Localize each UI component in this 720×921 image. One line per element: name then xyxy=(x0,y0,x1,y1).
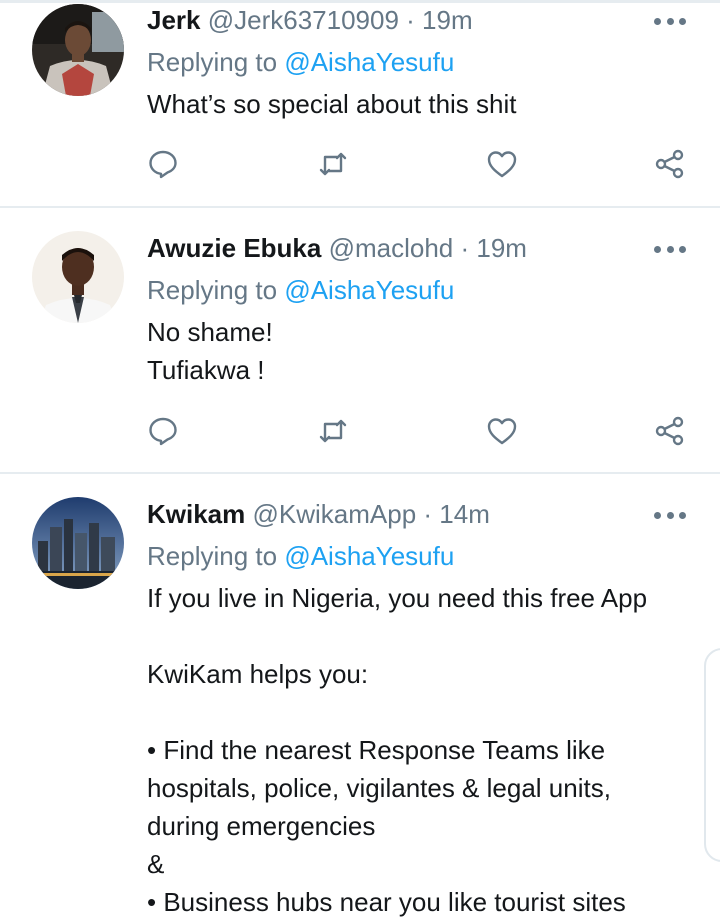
replying-prefix: Replying to xyxy=(147,275,278,305)
tweet-line: & xyxy=(147,849,165,879)
timestamp[interactable]: · 14m xyxy=(423,499,489,529)
heart-icon[interactable] xyxy=(486,415,518,447)
tweet-line: If you live in Nigeria, you need this fr… xyxy=(147,583,648,613)
timestamp[interactable]: · 19m xyxy=(461,233,527,263)
reply-icon[interactable] xyxy=(147,415,179,447)
timestamp[interactable]: · 19m xyxy=(406,5,472,35)
tweet-actions xyxy=(147,148,692,180)
tweet-divider xyxy=(0,206,720,208)
scroll-handle[interactable] xyxy=(704,648,720,862)
tweet-text: What’s so special about this shit xyxy=(147,85,516,123)
replying-to: Replying to @AishaYesufu xyxy=(147,275,454,305)
display-name[interactable]: Awuzie Ebuka xyxy=(147,233,321,263)
tweet-line: • Business hubs near you like tourist si… xyxy=(147,887,626,917)
tweet-line: No shame! xyxy=(147,317,273,347)
tweet-divider xyxy=(0,472,720,474)
replying-to-handle[interactable]: @AishaYesufu xyxy=(284,47,454,77)
tweet-header: Awuzie Ebuka @maclohd · 19m xyxy=(147,233,527,263)
user-handle[interactable]: @KwikamApp xyxy=(253,499,417,529)
top-divider xyxy=(0,0,720,3)
avatar[interactable] xyxy=(32,231,124,323)
tweet-line: Tufiakwa ! xyxy=(147,355,265,385)
tweet-line: during emergencies xyxy=(147,811,376,841)
retweet-icon[interactable] xyxy=(317,148,349,180)
share-icon[interactable] xyxy=(654,415,686,447)
retweet-icon[interactable] xyxy=(317,415,349,447)
heart-icon[interactable] xyxy=(486,148,518,180)
tweet-actions xyxy=(147,415,692,447)
user-handle[interactable]: @Jerk63710909 xyxy=(208,5,399,35)
tweet-line: What’s so special about this shit xyxy=(147,89,517,119)
replying-to-handle[interactable]: @AishaYesufu xyxy=(284,275,454,305)
display-name[interactable]: Jerk xyxy=(147,5,201,35)
display-name[interactable]: Kwikam xyxy=(147,499,245,529)
share-icon[interactable] xyxy=(654,148,686,180)
replying-to-handle[interactable]: @AishaYesufu xyxy=(284,541,454,571)
tweet-header: Jerk @Jerk63710909 · 19m xyxy=(147,5,473,35)
tweet-text: No shame! Tufiakwa ! xyxy=(147,313,273,389)
replying-to: Replying to @AishaYesufu xyxy=(147,541,454,571)
avatar[interactable] xyxy=(32,4,124,96)
replying-prefix: Replying to xyxy=(147,47,278,77)
replying-to: Replying to @AishaYesufu xyxy=(147,47,454,77)
tweet-line xyxy=(147,693,647,731)
tweet-line: hospitals, police, vigilantes & legal un… xyxy=(147,773,611,803)
more-options-icon[interactable] xyxy=(654,16,686,26)
user-handle[interactable]: @maclohd xyxy=(329,233,454,263)
tweet-line: KwiKam helps you: xyxy=(147,659,369,689)
tweet-header: Kwikam @KwikamApp · 14m xyxy=(147,499,490,529)
tweet-text: If you live in Nigeria, you need this fr… xyxy=(147,579,647,921)
tweet-line: • Find the nearest Response Teams like xyxy=(147,735,606,765)
tweet-line xyxy=(147,617,647,655)
more-options-icon[interactable] xyxy=(654,510,686,520)
avatar[interactable] xyxy=(32,497,124,589)
reply-icon[interactable] xyxy=(147,148,179,180)
replying-prefix: Replying to xyxy=(147,541,278,571)
more-options-icon[interactable] xyxy=(654,244,686,254)
